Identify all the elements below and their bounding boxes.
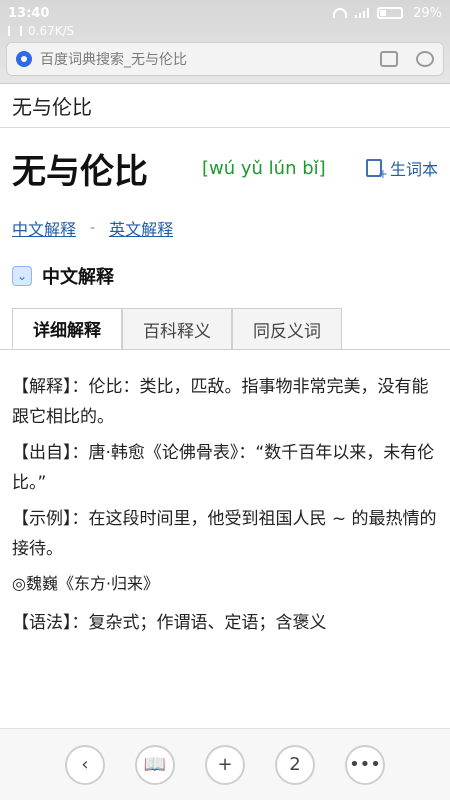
tab-synonyms[interactable]: 同反义词 — [232, 308, 342, 349]
refresh-icon[interactable] — [416, 51, 434, 67]
reader-book-icon[interactable] — [380, 51, 398, 67]
address-actions — [380, 51, 434, 67]
back-icon: ‹ — [81, 754, 89, 775]
definition-source: 【出自】：唐·韩愈《论佛骨表》：“数千百年以来，未有伦比。” — [12, 443, 435, 493]
example-source: ◎魏巍《东方·归来》 — [12, 574, 160, 593]
tab-title[interactable]: 百度词典搜索_无与伦比 — [40, 49, 187, 69]
tabs: 详细解释 百科释义 同反义词 — [0, 308, 450, 350]
baidu-paw-icon — [16, 51, 32, 67]
status-right: 29% — [333, 6, 442, 21]
plus-icon: + — [217, 754, 233, 775]
definition-grammar: 【语法】：复杂式；作谓语、定语；含褒义 — [12, 613, 327, 633]
network-speed: 0.67K/S — [8, 24, 74, 38]
tab-detail[interactable]: 详细解释 — [12, 308, 122, 349]
book-icon: 📖 — [143, 754, 167, 775]
battery-icon — [377, 7, 404, 19]
network-speed-text: 0.67K/S — [28, 24, 75, 38]
bookmarks-button[interactable]: 📖 — [135, 744, 175, 785]
address-bar[interactable]: 百度词典搜索_无与伦比 — [6, 42, 444, 76]
vocab-button[interactable]: 生词本 — [365, 156, 438, 181]
status-bar: 13:40 29% — [0, 0, 450, 26]
bottom-navigation: ‹ 📖 + 2 ••• — [0, 728, 450, 800]
vocab-label: 生词本 — [389, 160, 438, 179]
more-icon: ••• — [349, 754, 381, 775]
link-chinese-explanation[interactable]: 中文解释 — [12, 216, 76, 240]
battery-fill — [380, 10, 386, 16]
section-title: 中文解释 — [42, 267, 114, 288]
definition-meaning: 【解释】：伦比：类比，匹敌。指事物非常完美，没有能跟它相比的。 — [12, 377, 429, 427]
section-header[interactable]: ⌄ 中文解释 — [0, 254, 450, 298]
link-separator: - — [90, 220, 96, 236]
definitions: 【解释】：伦比：类比，匹敌。指事物非常完美，没有能跟它相比的。 【出自】：唐·韩… — [0, 350, 450, 638]
search-query[interactable]: 无与伦比 — [12, 91, 92, 120]
wifi-icon — [333, 8, 348, 18]
page-title: 无与伦比 — [12, 151, 148, 192]
search-bar[interactable]: 无与伦比 — [0, 84, 450, 128]
tab-baike[interactable]: 百科释义 — [122, 308, 232, 349]
chevron-down-icon[interactable]: ⌄ — [12, 266, 32, 286]
more-button[interactable]: ••• — [345, 744, 385, 785]
definition-example: 【示例】：在这段时间里，他受到祖国人民 ~ 的最热情的接待。 — [12, 509, 437, 559]
back-button[interactable]: ‹ — [65, 744, 105, 785]
status-time: 13:40 — [8, 5, 50, 21]
new-tab-button[interactable]: + — [205, 744, 245, 785]
title-row: 无与伦比 [wú yǔ lún bǐ] 生词本 — [0, 130, 450, 206]
vocab-add-icon — [365, 159, 388, 181]
language-links: 中文解释 - 英文解释 — [0, 206, 450, 246]
content: 无与伦比 [wú yǔ lún bǐ] 生词本 中文解释 - 英文解释 ⌄ 中文… — [0, 130, 450, 644]
tab-count: 2 — [289, 754, 301, 775]
battery-percent: 29% — [413, 5, 442, 21]
download-icon — [8, 26, 22, 36]
tabs-button[interactable]: 2 — [275, 744, 315, 785]
signal-icon — [355, 8, 370, 18]
browser-chrome: 13:40 29% 0.67K/S 百度词典搜索_无与伦比 — [0, 0, 450, 84]
pinyin: [wú yǔ lún bǐ] — [202, 157, 326, 179]
link-english-explanation[interactable]: 英文解释 — [109, 216, 173, 240]
